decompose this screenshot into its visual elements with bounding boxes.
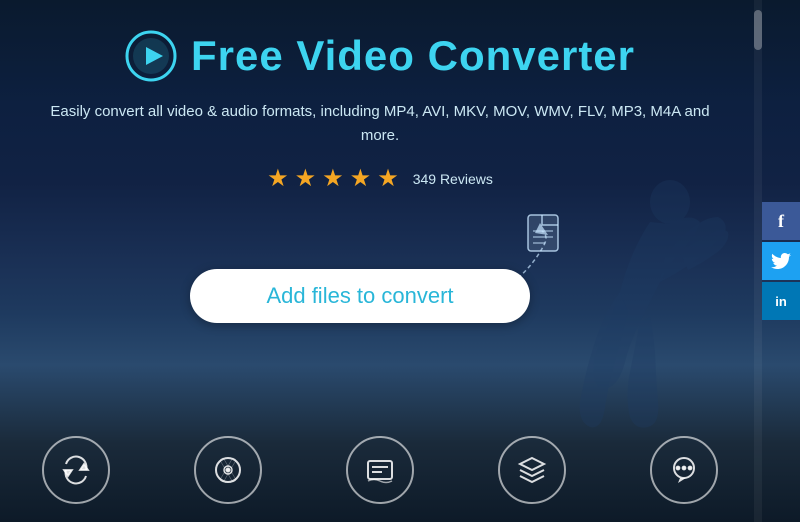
- linkedin-button[interactable]: in: [762, 282, 800, 320]
- facebook-icon: f: [778, 211, 784, 232]
- play-icon: [125, 30, 177, 82]
- disc-icon: [212, 454, 244, 486]
- add-files-button[interactable]: Add files to convert: [190, 269, 530, 323]
- star-1: ★: [267, 164, 289, 193]
- scrollbar[interactable]: [754, 0, 762, 522]
- social-sidebar: f in: [762, 202, 800, 320]
- linkedin-icon: in: [775, 294, 787, 309]
- convert-icon-button[interactable]: [42, 436, 110, 504]
- star-3: ★: [322, 164, 344, 193]
- convert-icon: [60, 454, 92, 486]
- layers-icon-button[interactable]: [498, 436, 566, 504]
- subtitles-icon-button[interactable]: [346, 436, 414, 504]
- chat-icon: [668, 454, 700, 486]
- app-title: Free Video Converter: [191, 32, 635, 80]
- reviews-count: 349 Reviews: [413, 171, 493, 187]
- stars-row: ★ ★ ★ ★ ★ 349 Reviews: [267, 164, 493, 193]
- twitter-button[interactable]: [762, 242, 800, 280]
- subtitles-icon: [364, 454, 396, 486]
- scrollbar-thumb[interactable]: [754, 10, 762, 50]
- disc-icon-button[interactable]: [194, 436, 262, 504]
- layers-icon: [516, 454, 548, 486]
- twitter-icon: [771, 253, 791, 269]
- chat-icon-button[interactable]: [650, 436, 718, 504]
- star-5-half: ★: [377, 164, 399, 193]
- star-2: ★: [295, 164, 317, 193]
- subtitle: Easily convert all video & audio formats…: [40, 100, 720, 148]
- facebook-button[interactable]: f: [762, 202, 800, 240]
- file-drop-area: Add files to convert: [190, 213, 570, 323]
- title-row: Free Video Converter: [125, 30, 635, 82]
- star-4: ★: [350, 164, 372, 193]
- bottom-icons-row: [0, 436, 760, 504]
